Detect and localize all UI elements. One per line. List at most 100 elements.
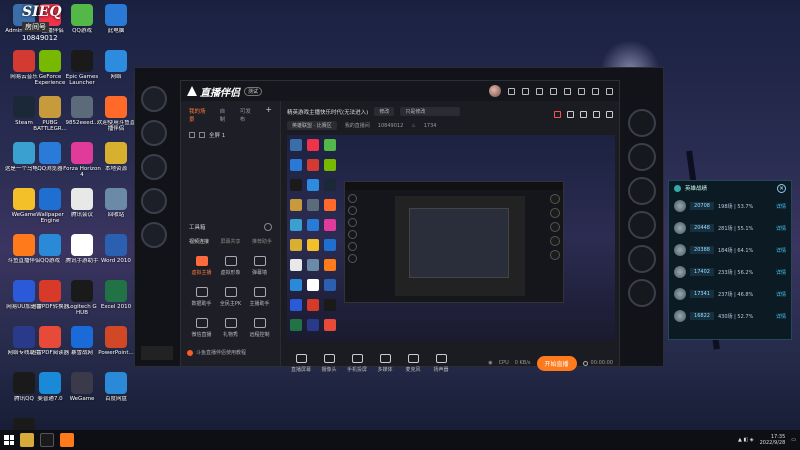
tutorial-link[interactable]: 斗鱼直播伴侣使用教程 [187, 349, 246, 356]
skin-icon[interactable] [536, 87, 543, 95]
subtab-screen-share[interactable]: 屏幕共享 [220, 238, 240, 245]
rail-slot[interactable] [628, 245, 656, 273]
message-icon[interactable] [508, 87, 515, 95]
chat-input[interactable] [141, 346, 173, 360]
rail-slot[interactable] [628, 109, 656, 137]
taskbar-app-icon[interactable] [20, 433, 34, 447]
menu-icon[interactable] [564, 87, 571, 95]
hero-detail-link[interactable]: 详情 [776, 291, 786, 298]
close-icon[interactable] [606, 87, 613, 95]
room-header: 精英游戏主播快乐时代(无法进入) 修改 只是修改 英雄联盟 · 比赛区 我的直播… [287, 107, 613, 131]
hero-score: 17341 [690, 290, 714, 298]
control-microphone[interactable]: 麦克风 [399, 353, 427, 373]
heat-value: 1734 [423, 122, 437, 129]
eye-icon[interactable] [189, 132, 195, 138]
version-badge[interactable]: 测试 [244, 86, 263, 96]
add-scene-icon[interactable]: + [265, 106, 272, 123]
tab-my-scenes[interactable]: 我的场景 [189, 107, 210, 123]
rail-slot[interactable] [628, 211, 656, 239]
desktop-icon[interactable]: Excel 2010 [96, 280, 136, 322]
stream-preview[interactable] [287, 135, 615, 340]
control-screen-capture[interactable]: 直播屏幕 [287, 353, 315, 373]
hero-detail-link[interactable]: 详情 [776, 313, 786, 320]
tab-publish[interactable]: 可发布 [240, 107, 255, 123]
rail-button[interactable] [141, 86, 167, 112]
tool-anchor-helper[interactable]: 主播助手 [245, 287, 274, 307]
subtab-recommend[interactable]: 推荐助手 [252, 238, 272, 245]
desktop-icon[interactable]: 网络 [96, 50, 136, 92]
desktop-icon[interactable]: 本地资源 [96, 142, 136, 184]
preview-desktop-icons [287, 135, 342, 340]
close-icon[interactable]: × [777, 183, 786, 193]
taskbar-app-icon[interactable] [60, 433, 74, 447]
eye-preview-icon[interactable]: ◉ [488, 360, 492, 366]
control-media[interactable]: 多媒体 [371, 353, 399, 373]
hero-record: 430场 | 52.7% [718, 313, 754, 320]
virtual-anchor-icon [195, 256, 208, 266]
settings-icon[interactable] [550, 87, 557, 95]
go-live-button[interactable]: 开始直播 [536, 355, 577, 371]
record-button[interactable]: 00:00:00 [582, 360, 613, 366]
tool-data-helper[interactable]: 数据助手 [187, 287, 216, 307]
share-icon[interactable] [580, 111, 587, 118]
app-icon [39, 188, 61, 210]
desktop-icon[interactable]: 欢迎使用斗鱼直播伴侣 [96, 96, 136, 138]
tool-gift-show[interactable]: 礼物秀 [216, 318, 245, 338]
tool-grid: 虚拟主播 虚拟形象 弹幕墙 数据助手 全民主PK 主播助手 微信直播 礼物秀 远… [187, 256, 274, 338]
tab-custom[interactable]: 自制 [220, 107, 230, 123]
tool-virtual-anchor[interactable]: 虚拟主播 [187, 256, 216, 276]
app-icon [39, 50, 61, 72]
windows-start-icon[interactable] [4, 435, 14, 445]
gift-box-icon[interactable] [567, 111, 574, 118]
toolbox-collapse-icon[interactable] [264, 223, 272, 231]
hero-detail-link[interactable]: 详情 [776, 225, 786, 232]
rail-button[interactable] [141, 154, 167, 180]
hero-detail-link[interactable]: 详情 [776, 203, 786, 210]
hero-stat-row: 20388 184场 | 64.1% 详情 [669, 239, 791, 261]
room-actions [554, 111, 613, 118]
notification-center-icon[interactable]: ▭ [791, 437, 796, 443]
hero-detail-link[interactable]: 详情 [776, 269, 786, 276]
lock-icon[interactable] [199, 132, 205, 138]
maximize-icon[interactable] [592, 87, 599, 95]
taskbar-app-icon[interactable] [40, 433, 54, 447]
gift-icon[interactable] [522, 87, 529, 95]
category-selector[interactable]: 英雄联盟 · 比赛区 [287, 121, 337, 130]
hero-detail-link[interactable]: 详情 [776, 247, 786, 254]
user-avatar[interactable] [489, 85, 501, 97]
tool-remote-control[interactable]: 远程控制 [245, 318, 274, 338]
tool-wechat-live[interactable]: 微信直播 [187, 318, 216, 338]
control-speaker[interactable]: 扬声器 [427, 353, 455, 373]
desktop-icon[interactable]: Word 2010 [96, 234, 136, 276]
rail-button[interactable] [141, 120, 167, 146]
rail-slot[interactable] [628, 279, 656, 307]
tool-pk[interactable]: 全民主PK [216, 287, 245, 307]
room-number: 10849012 [22, 34, 58, 42]
scene-item[interactable]: 全屏 1 [181, 129, 280, 141]
tray-icons[interactable]: ▲ ◧ ◈ [738, 437, 754, 443]
edit-title-button[interactable]: 修改 [374, 107, 395, 116]
notification-icon[interactable] [554, 111, 561, 118]
desktop-icon[interactable]: 回收站 [96, 188, 136, 230]
desktop-icon[interactable]: 百度网盘 [96, 372, 136, 414]
rail-button[interactable] [141, 188, 167, 214]
rail-button[interactable] [141, 222, 167, 248]
more-icon[interactable] [606, 111, 613, 118]
tool-label: 礼物秀 [222, 332, 238, 338]
control-camera[interactable]: 摄像头 [315, 353, 343, 373]
rail-slot[interactable] [628, 177, 656, 205]
title-input[interactable]: 只是修改 [400, 107, 461, 116]
rail-slot[interactable] [628, 143, 656, 171]
control-phone-cast[interactable]: 手机投屏 [343, 353, 371, 373]
subtab-video-link[interactable]: 视频连接 [189, 238, 209, 245]
app-icon [105, 280, 127, 302]
tool-virtual-avatar[interactable]: 虚拟形象 [216, 256, 245, 276]
desktop-icon[interactable]: 此电脑 [96, 4, 136, 46]
preview-icon [324, 159, 336, 171]
tool-danmu-wall[interactable]: 弹幕墙 [245, 256, 274, 276]
app-icon [71, 50, 93, 72]
bell-icon[interactable] [593, 111, 600, 118]
desktop-icon[interactable]: PowerPoint... [96, 326, 136, 368]
minimize-icon[interactable] [578, 87, 585, 95]
control-label: 直播屏幕 [290, 366, 311, 373]
